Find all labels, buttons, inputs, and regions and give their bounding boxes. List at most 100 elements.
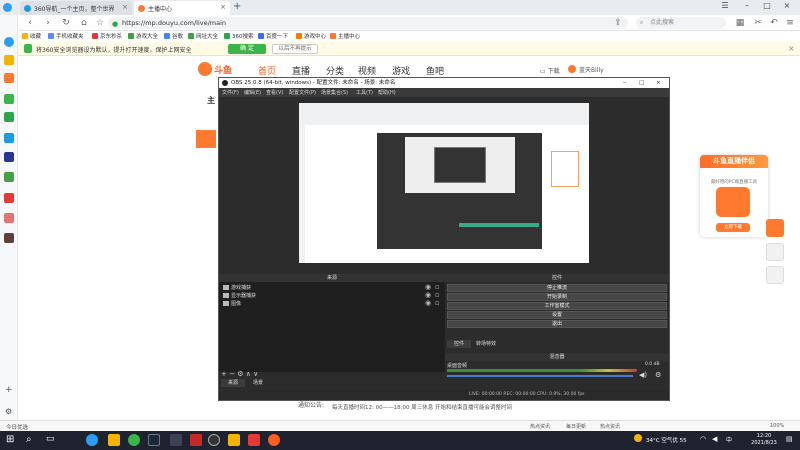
taskbar-game-icon[interactable] xyxy=(190,434,202,446)
source-item[interactable]: 图像 xyxy=(223,300,241,307)
source-item[interactable]: 显示器捕获 xyxy=(223,292,256,299)
obs-menu-file[interactable]: 文件(F) xyxy=(222,89,239,96)
promo-download-button[interactable]: 立即下载 xyxy=(716,223,750,232)
obs-preview[interactable] xyxy=(299,103,589,263)
taskbar-red-icon[interactable] xyxy=(248,434,260,446)
notice-confirm-button[interactable]: 确 定 xyxy=(228,44,266,54)
bookmark-item[interactable]: 游戏大全 xyxy=(128,32,158,40)
taskbar-app-icon[interactable] xyxy=(170,434,182,446)
settings-icon[interactable]: ⚙ xyxy=(237,370,246,378)
bookmark-item[interactable]: 主播中心 xyxy=(330,32,360,40)
undo-icon[interactable]: ↶ xyxy=(768,17,780,29)
bookmark-item[interactable]: 手机收藏夹 xyxy=(48,32,84,40)
obs-menu-scene-collection[interactable]: 场景集合(S) xyxy=(321,89,348,96)
controls-tab[interactable]: 控件 xyxy=(447,340,471,348)
star-icon[interactable]: ☆ xyxy=(94,17,106,29)
close-icon[interactable]: × xyxy=(780,1,794,13)
taskbar-search-icon[interactable]: ⌕ xyxy=(26,434,32,445)
play-icon[interactable] xyxy=(766,219,784,237)
taskbar-steam-icon[interactable] xyxy=(148,434,160,446)
mixer-settings-icon[interactable]: ⚙ xyxy=(655,371,661,379)
new-tab-button[interactable]: + xyxy=(233,1,241,12)
douyu-user[interactable]: 蓝天Billy xyxy=(568,65,604,74)
sidebar-game-icon[interactable] xyxy=(4,73,14,83)
network-icon[interactable]: ◠ xyxy=(700,435,706,443)
bookmark-item[interactable]: 京东秒杀 xyxy=(92,32,122,40)
douyu-nav-category[interactable]: 分类 xyxy=(326,64,344,77)
lock-icon[interactable]: ▫ xyxy=(435,283,440,291)
home-icon[interactable]: ⌂ xyxy=(78,17,90,29)
taskbar-clock[interactable]: 12:20 2021/8/23 xyxy=(744,433,784,447)
refresh-icon[interactable]: ↻ xyxy=(60,17,72,29)
notice-dismiss-button[interactable]: 以后不再提示 xyxy=(272,44,318,54)
menu-icon[interactable]: ☰ xyxy=(718,1,732,13)
ime-icon[interactable]: 中 xyxy=(726,435,732,444)
obs-maximize-icon[interactable]: □ xyxy=(639,78,644,88)
task-view-icon[interactable]: ▭ xyxy=(46,434,55,444)
bookmark-item[interactable]: 百度一下 xyxy=(258,32,288,40)
bookmark-item[interactable]: 谷歌 xyxy=(164,32,183,40)
move-down-icon[interactable]: ∨ xyxy=(253,370,258,378)
status-item[interactable]: 每日更新 xyxy=(566,423,586,430)
sidebar-mail-icon[interactable] xyxy=(4,94,14,104)
douyu-nav-home[interactable]: 首页 xyxy=(258,64,276,77)
transitions-tab[interactable]: 转场特效 xyxy=(472,340,500,348)
volume-icon[interactable]: ◀ xyxy=(712,435,717,443)
status-item[interactable]: 热点资讯 xyxy=(530,423,550,430)
left-menu-active-item[interactable] xyxy=(196,130,216,148)
sidebar-browser-icon[interactable] xyxy=(4,37,14,47)
sidebar-star-icon[interactable] xyxy=(4,55,14,65)
more-icon[interactable]: ≡ xyxy=(784,17,796,29)
status-item[interactable]: 热点资讯 xyxy=(600,423,620,430)
taskbar-edge-icon[interactable] xyxy=(86,434,98,446)
douyu-logo[interactable]: 斗鱼 xyxy=(198,60,238,78)
back-icon[interactable]: ‹ xyxy=(24,17,36,29)
start-icon[interactable]: ⊞ xyxy=(6,434,14,445)
volume-speaker-icon[interactable]: ◀) xyxy=(639,371,647,379)
search-input[interactable]: ⌕ 点此搜索 xyxy=(636,17,726,29)
sidebar-book-icon[interactable] xyxy=(4,233,14,243)
share-icon[interactable]: ⇪ xyxy=(612,17,624,29)
notice-close-icon[interactable]: × xyxy=(788,44,795,53)
fullscreen-icon[interactable] xyxy=(766,266,784,284)
source-item[interactable]: 游戏捕获 xyxy=(223,284,251,291)
obs-minimize-icon[interactable]: – xyxy=(623,78,626,88)
settings-button[interactable]: 设置 xyxy=(447,311,667,319)
add-icon[interactable]: + xyxy=(221,370,229,378)
douyu-download-link[interactable]: ▭ 下载 xyxy=(540,66,560,75)
browser-tab-douyu[interactable]: 主播中心 × xyxy=(134,1,230,15)
bookmark-item[interactable]: 游戏中心 xyxy=(296,32,326,40)
cut-icon[interactable]: ✂ xyxy=(752,17,764,29)
minimize-icon[interactable]: – xyxy=(740,1,754,13)
forward-icon[interactable]: › xyxy=(42,17,54,29)
stop-streaming-button[interactable]: 停止推流 xyxy=(447,284,667,292)
extension-icon[interactable]: ▦ xyxy=(734,17,746,29)
douyu-nav-game[interactable]: 游戏 xyxy=(392,64,410,77)
obs-menu-tools[interactable]: 工具(T) xyxy=(356,89,373,96)
sidebar-red-icon[interactable] xyxy=(4,193,14,203)
tab-close-icon[interactable]: × xyxy=(220,3,226,11)
bookmark-item[interactable]: 收藏 xyxy=(22,32,41,40)
sidebar-p-icon[interactable] xyxy=(4,133,14,143)
obs-close-icon[interactable]: × xyxy=(656,78,661,88)
obs-menu-view[interactable]: 查看(V) xyxy=(266,89,283,96)
weather-text[interactable]: 34°C 空气优 55 xyxy=(646,436,687,444)
tab-close-icon[interactable]: × xyxy=(122,3,128,11)
taskbar-folder-icon[interactable] xyxy=(108,434,120,446)
taskbar-yellow-icon[interactable] xyxy=(228,434,240,446)
status-left[interactable]: 今日优选 xyxy=(6,423,28,431)
obs-menu-profile[interactable]: 配置文件(P) xyxy=(289,89,316,96)
sidebar-settings-icon[interactable]: ⚙ xyxy=(5,407,12,416)
home-float-icon[interactable] xyxy=(766,243,784,261)
lock-icon[interactable]: ▫ xyxy=(435,291,440,299)
visibility-icon[interactable]: ◉ xyxy=(425,291,431,299)
sources-bottom-tab[interactable]: 来源 xyxy=(221,379,245,387)
sidebar-green-icon[interactable] xyxy=(4,172,14,182)
taskbar-360-icon[interactable] xyxy=(128,434,140,446)
notification-icon[interactable]: ▤ xyxy=(786,435,793,443)
maximize-icon[interactable]: □ xyxy=(760,1,774,13)
move-up-icon[interactable]: ∧ xyxy=(246,370,253,378)
visibility-icon[interactable]: ◉ xyxy=(425,299,431,307)
studio-mode-button[interactable]: 工作室模式 xyxy=(447,302,667,310)
exit-button[interactable]: 退出 xyxy=(447,320,667,328)
